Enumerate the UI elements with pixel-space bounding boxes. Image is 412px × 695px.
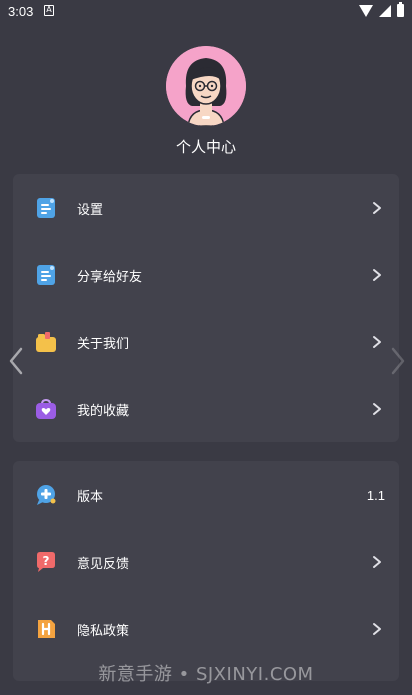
- settings-doc-icon: [37, 198, 55, 218]
- menu-item-label: 我的收藏: [77, 403, 130, 419]
- status-time: 3:03: [8, 4, 34, 19]
- menu-item-version[interactable]: 版本 1.1: [13, 467, 399, 523]
- menu-item-feedback[interactable]: ? 意见反馈: [13, 534, 399, 590]
- feedback-question-icon: ?: [37, 552, 55, 572]
- menu-item-label: 意见反馈: [77, 556, 130, 572]
- chevron-right-icon: [373, 623, 381, 635]
- status-icons: [359, 2, 404, 17]
- menu-item-label: 隐私政策: [77, 623, 130, 639]
- woman-avatar-icon: [166, 46, 246, 126]
- chevron-right-icon: [373, 556, 381, 568]
- menu-item-label: 关于我们: [77, 336, 130, 352]
- favorite-bag-icon: [36, 398, 56, 419]
- avatar[interactable]: [166, 46, 246, 126]
- signal-icon: [379, 4, 391, 17]
- menu-item-about[interactable]: 关于我们: [13, 314, 399, 370]
- watermark: 新意手游 • SJXINYI.COM: [98, 664, 314, 685]
- status-bar: 3:03 A: [0, 0, 412, 24]
- version-chat-icon: [37, 485, 56, 505]
- chevron-right-icon: [373, 336, 381, 348]
- chevron-right-icon: [373, 202, 381, 214]
- menu-item-share[interactable]: 分享给好友: [13, 247, 399, 303]
- menu-card-info: 版本 1.1 ? 意见反馈 隐私政策: [13, 461, 399, 681]
- menu-item-label: 设置: [77, 202, 104, 218]
- chevron-right-icon: [373, 403, 381, 415]
- menu-item-favorites[interactable]: 我的收藏: [13, 381, 399, 437]
- menu-card-main: 设置 分享给好友 关于我们 我的收藏: [13, 174, 399, 442]
- chevron-right-icon: [373, 269, 381, 281]
- share-doc-icon: [37, 265, 55, 285]
- menu-item-label: 分享给好友: [77, 269, 143, 285]
- profile-title: 个人中心: [175, 138, 236, 156]
- menu-item-privacy[interactable]: 隐私政策: [13, 601, 399, 657]
- previous-arrow-icon[interactable]: [6, 346, 26, 376]
- svg-text:?: ?: [43, 554, 50, 568]
- privacy-h-icon: [38, 620, 55, 638]
- about-folder-icon: [36, 332, 56, 352]
- notification-icon: A: [44, 5, 54, 16]
- version-value: 1.1: [366, 487, 385, 503]
- wifi-icon: [359, 4, 373, 17]
- menu-item-label: 版本: [77, 489, 104, 505]
- battery-icon: [397, 2, 404, 17]
- next-arrow-icon[interactable]: [388, 346, 408, 376]
- menu-item-settings[interactable]: 设置: [13, 180, 399, 236]
